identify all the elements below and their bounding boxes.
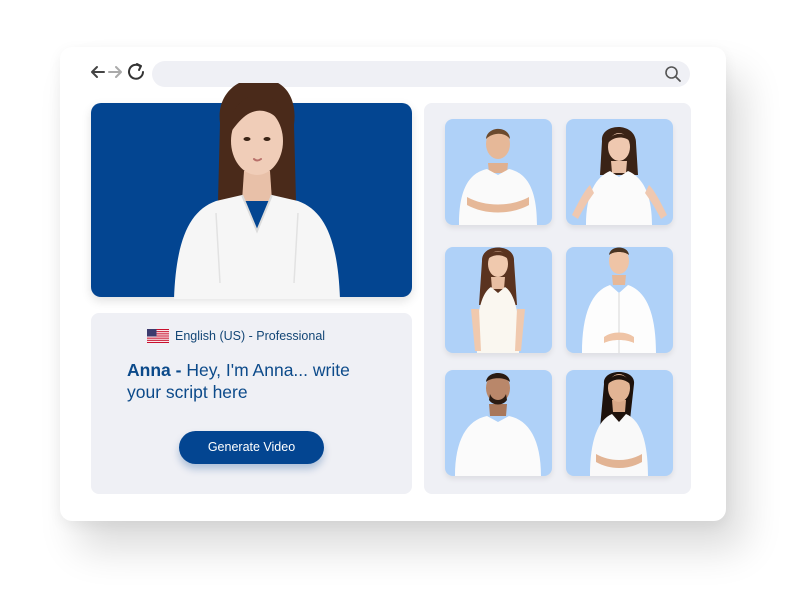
presenter-avatar xyxy=(174,83,340,299)
browser-window: English (US) - Professional Anna - Hey, … xyxy=(60,47,726,521)
avatar-man-1-figure xyxy=(459,128,537,225)
avatar-man-3-figure xyxy=(455,373,541,476)
script-input[interactable]: Anna - Hey, I'm Anna... write your scrip… xyxy=(127,359,387,403)
arrow-right-icon[interactable] xyxy=(105,62,125,82)
avatar-woman-3-figure xyxy=(590,372,648,476)
language-label: English (US) - Professional xyxy=(175,329,326,343)
avatar-woman-1-figure xyxy=(572,127,667,225)
script-panel: English (US) - Professional Anna - Hey, … xyxy=(91,313,412,494)
presenter-name: Anna - xyxy=(127,360,182,380)
avatar-grid xyxy=(424,103,691,494)
language-selector[interactable]: English (US) - Professional xyxy=(147,328,325,344)
avatar-man-1[interactable] xyxy=(445,119,552,225)
us-flag-icon xyxy=(147,329,169,343)
avatar-woman-2-figure xyxy=(471,247,525,353)
avatar-woman-1[interactable] xyxy=(566,119,673,225)
avatar-woman-3[interactable] xyxy=(566,370,673,476)
avatar-man-2-figure xyxy=(582,247,656,353)
avatar-woman-2[interactable] xyxy=(445,247,552,353)
reload-icon[interactable] xyxy=(125,61,147,83)
generate-video-button[interactable]: Generate Video xyxy=(179,431,324,464)
avatar-man-3[interactable] xyxy=(445,370,552,476)
search-icon[interactable] xyxy=(663,64,683,84)
avatar-man-2[interactable] xyxy=(566,247,673,353)
